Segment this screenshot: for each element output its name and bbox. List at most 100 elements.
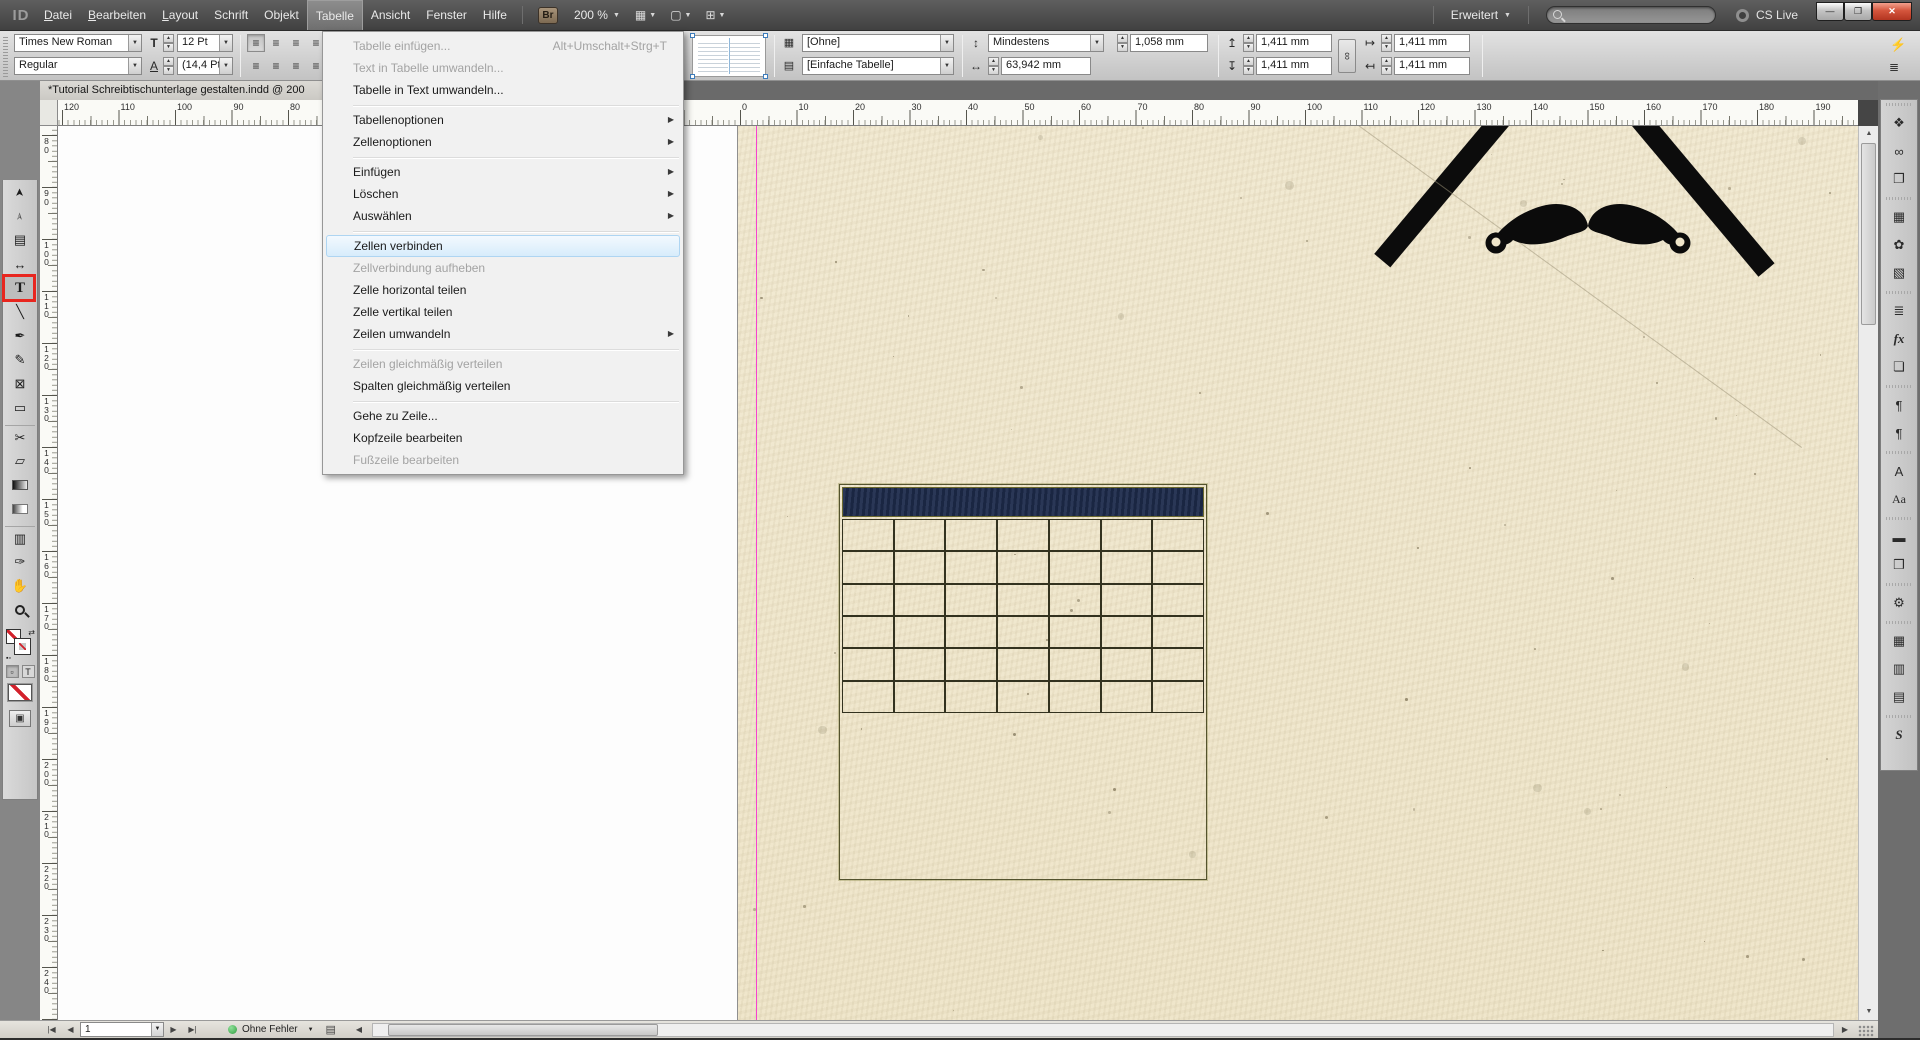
stepper-up-icon[interactable]: ▲ <box>163 34 174 43</box>
table-cell[interactable] <box>997 519 1049 551</box>
row-height-mode-dropdown[interactable]: Mindestens ▼ <box>988 34 1104 52</box>
table-cell[interactable] <box>945 681 997 713</box>
table-cell[interactable] <box>1049 616 1101 648</box>
stepper-down-icon[interactable]: ▼ <box>1381 66 1392 75</box>
align-center-button[interactable]: ≡ <box>267 34 285 52</box>
table-cell[interactable] <box>1101 616 1153 648</box>
font-style-dropdown[interactable]: Regular ▼ <box>14 57 142 75</box>
text-wrap-panel-icon[interactable]: ▬ <box>1885 524 1913 550</box>
scroll-right-icon[interactable]: ▶ <box>1838 1025 1852 1034</box>
stepper-down-icon[interactable]: ▼ <box>1381 43 1392 52</box>
preflight-menu-icon[interactable]: ▤ <box>326 1023 336 1036</box>
inset-right-field[interactable]: 1,411 mm <box>1394 34 1470 52</box>
leading-dropdown[interactable]: (14,4 Pt) ▼ <box>177 57 233 75</box>
justify-right-button[interactable]: ≡ <box>287 57 305 75</box>
zoom-tool[interactable]: ◯ <box>5 598 35 622</box>
page[interactable] <box>737 126 1858 1020</box>
stepper-up-icon[interactable]: ▲ <box>988 57 999 66</box>
menu-item-tabelle-in-text-umwandeln[interactable]: Tabelle in Text umwandeln... <box>323 79 683 101</box>
scroll-down-icon[interactable]: ▼ <box>1859 1004 1879 1020</box>
inset-top-stepper[interactable]: ▲ ▼ <box>1243 34 1254 52</box>
menu-item-spalten-gleichm-ig-verteilen[interactable]: Spalten gleichmäßig verteilen <box>323 375 683 397</box>
gradient-feather-tool[interactable]: ▨ <box>5 497 35 521</box>
table-cell[interactable] <box>842 551 894 583</box>
menu-item-zeilen-umwandeln[interactable]: Zeilen umwandeln▶ <box>323 323 683 345</box>
swatches-panel-icon[interactable]: ▦ <box>1885 204 1913 230</box>
menu-item-zellenoptionen[interactable]: Zellenoptionen▶ <box>323 131 683 153</box>
menu-item-kopfzeile-bearbeiten[interactable]: Kopfzeile bearbeiten <box>323 427 683 449</box>
stepper-up-icon[interactable]: ▲ <box>1243 57 1254 66</box>
menu-bearbeiten[interactable]: Bearbeiten <box>80 0 154 30</box>
table-cell[interactable] <box>1152 681 1204 713</box>
effects-panel-icon[interactable]: fx <box>1885 326 1913 352</box>
cs-live-button[interactable]: CS Live <box>1726 8 1808 22</box>
table-cell[interactable] <box>997 551 1049 583</box>
page-tool[interactable]: ▤ <box>5 228 35 252</box>
table-cell[interactable] <box>894 616 946 648</box>
formatting-affects-text-button[interactable]: T <box>22 665 35 678</box>
table-cell[interactable] <box>1049 551 1101 583</box>
paragraph-styles-panel-icon[interactable]: ¶ <box>1885 420 1913 446</box>
table-cell[interactable] <box>842 648 894 680</box>
table-cell[interactable] <box>842 584 894 616</box>
table-cell[interactable] <box>894 551 946 583</box>
table-cell[interactable] <box>1152 551 1204 583</box>
justify-left-button[interactable]: ≡ <box>247 57 265 75</box>
table-cell[interactable] <box>894 648 946 680</box>
table-cell[interactable] <box>1049 681 1101 713</box>
panel-drag-handle[interactable] <box>3 35 8 77</box>
stepper-down-icon[interactable]: ▼ <box>1117 43 1128 52</box>
links-panel-icon[interactable]: ∞ <box>1885 138 1913 164</box>
stepper-down-icon[interactable]: ▼ <box>988 66 999 75</box>
table-cell[interactable] <box>1049 519 1101 551</box>
next-page-button[interactable]: ▶ <box>164 1025 183 1034</box>
table-cell[interactable] <box>997 584 1049 616</box>
restore-button[interactable]: ❐ <box>1844 2 1872 21</box>
menu-tabelle[interactable]: Tabelle <box>307 0 363 30</box>
inset-left-stepper[interactable]: ▲ ▼ <box>1381 57 1392 75</box>
table-cell[interactable] <box>1101 519 1153 551</box>
cell-styles-panel-icon[interactable]: ▤ <box>1885 684 1913 710</box>
row-height-stepper[interactable]: ▲ ▼ <box>1117 34 1128 52</box>
inset-top-field[interactable]: 1,411 mm <box>1256 34 1332 52</box>
layers-panel-icon[interactable]: ❖ <box>1885 110 1913 136</box>
stroke-swatch[interactable] <box>15 639 30 654</box>
table-cell[interactable] <box>1152 648 1204 680</box>
inset-left-field[interactable]: 1,411 mm <box>1394 57 1470 75</box>
table-cell[interactable] <box>997 648 1049 680</box>
menu-item-zelle-horizontal-teilen[interactable]: Zelle horizontal teilen <box>323 279 683 301</box>
close-button[interactable]: ✕ <box>1872 2 1912 21</box>
last-page-button[interactable]: ▶| <box>183 1025 202 1034</box>
leading-stepper[interactable]: ▲ ▼ <box>163 57 174 75</box>
table-styles-panel-icon[interactable]: ▥ <box>1885 656 1913 682</box>
table-style-dropdown[interactable]: [Ohne] ▼ <box>802 34 954 52</box>
table-frame[interactable] <box>839 484 1207 880</box>
data-merge-panel-icon[interactable]: ⚙ <box>1885 590 1913 616</box>
table-cell[interactable] <box>1152 616 1204 648</box>
table-cell[interactable] <box>997 681 1049 713</box>
table-cell[interactable] <box>1101 681 1153 713</box>
justify-center-button[interactable]: ≡ <box>267 57 285 75</box>
scroll-up-icon[interactable]: ▲ <box>1859 126 1879 142</box>
vertical-scrollbar[interactable]: ▲ ▼ <box>1858 126 1878 1020</box>
table-cell[interactable] <box>894 584 946 616</box>
menu-hilfe[interactable]: Hilfe <box>475 0 515 30</box>
paragraph-panel-icon[interactable]: ¶ <box>1885 392 1913 418</box>
column-width-field[interactable]: 63,942 mm <box>1001 57 1091 75</box>
free-transform-tool[interactable]: ▱ <box>5 449 35 473</box>
table-cell[interactable] <box>945 584 997 616</box>
table-cell[interactable] <box>1101 648 1153 680</box>
table-cell[interactable] <box>945 519 997 551</box>
gap-tool[interactable]: ↔ <box>5 252 35 276</box>
chevron-down-icon[interactable]: ▼ <box>308 1027 314 1033</box>
menu-schrift[interactable]: Schrift <box>206 0 256 30</box>
font-size-stepper[interactable]: ▲ ▼ <box>163 34 174 52</box>
menu-item-einf-gen[interactable]: Einfügen▶ <box>323 161 683 183</box>
margin-guide[interactable] <box>756 126 757 1020</box>
color-panel-icon[interactable]: ✿ <box>1885 232 1913 258</box>
table-cell[interactable] <box>1101 584 1153 616</box>
inset-right-stepper[interactable]: ▲ ▼ <box>1381 34 1392 52</box>
menu-item-ausw-hlen[interactable]: Auswählen▶ <box>323 205 683 227</box>
table-header-row[interactable] <box>842 487 1204 517</box>
table-cell[interactable] <box>894 519 946 551</box>
